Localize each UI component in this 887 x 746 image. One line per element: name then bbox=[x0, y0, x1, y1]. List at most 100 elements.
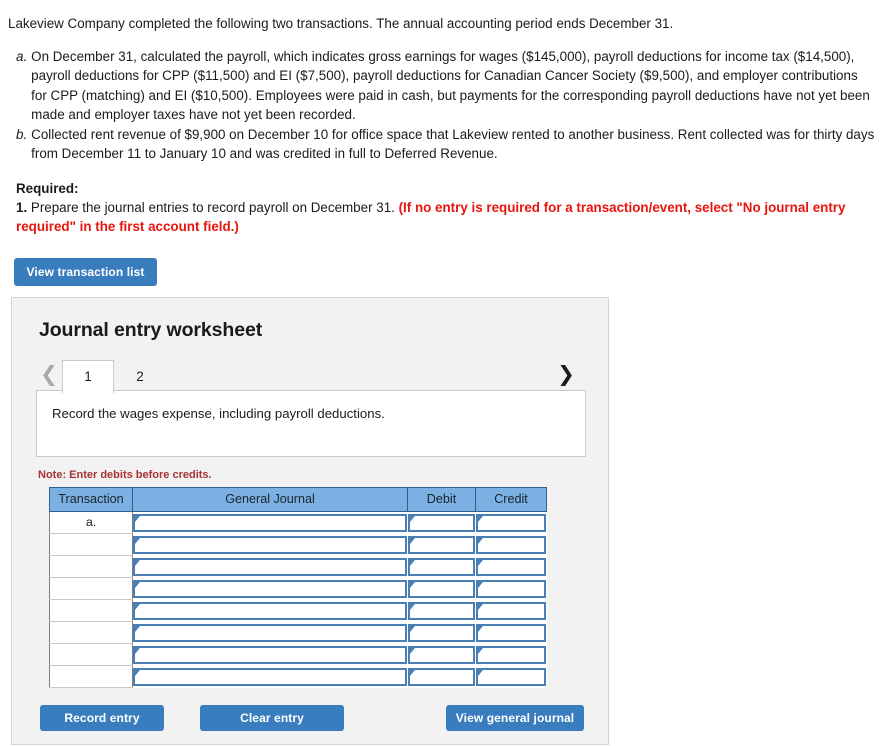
general-journal-input-cell[interactable] bbox=[132, 621, 408, 644]
debit-input-cell[interactable] bbox=[407, 621, 476, 644]
debit-input-cell[interactable] bbox=[407, 643, 476, 666]
worksheet-title: Journal entry worksheet bbox=[39, 318, 263, 341]
general-journal-input[interactable] bbox=[133, 623, 407, 642]
journal-entry-table: Transaction General Journal Debit Credit… bbox=[49, 486, 547, 689]
transaction-label-cell bbox=[49, 621, 133, 645]
required-item-number: 1. bbox=[16, 199, 28, 215]
transaction-label-cell bbox=[49, 533, 133, 557]
required-text: 1. Prepare the journal entries to record… bbox=[16, 198, 863, 236]
credit-input[interactable] bbox=[475, 623, 546, 642]
clear-entry-button[interactable]: Clear entry bbox=[200, 705, 344, 732]
credit-input[interactable] bbox=[475, 535, 546, 554]
credit-input-cell[interactable] bbox=[475, 577, 547, 600]
debit-input[interactable] bbox=[407, 579, 475, 598]
required-heading: Required: bbox=[16, 180, 79, 196]
item-marker-b: b. bbox=[16, 126, 28, 142]
table-row bbox=[49, 577, 547, 601]
general-journal-input[interactable] bbox=[133, 601, 407, 620]
general-journal-input[interactable] bbox=[133, 557, 407, 576]
debits-before-credits-note: Note: Enter debits before credits. bbox=[38, 468, 212, 481]
debit-input-cell[interactable] bbox=[407, 555, 476, 578]
table-row bbox=[49, 643, 547, 667]
credit-input-cell[interactable] bbox=[475, 643, 547, 666]
item-marker-a: a. bbox=[16, 49, 28, 65]
transaction-label-cell bbox=[49, 577, 133, 601]
credit-input-cell[interactable] bbox=[475, 665, 547, 688]
tab-entry-1-label: 1 bbox=[84, 369, 92, 385]
transaction-label-cell: a. bbox=[49, 510, 133, 535]
item-text-a: On December 31, calculated the payroll, … bbox=[31, 49, 870, 122]
transaction-label-cell bbox=[49, 643, 133, 667]
column-header-debit: Debit bbox=[407, 486, 476, 512]
view-general-journal-button[interactable]: View general journal bbox=[446, 705, 584, 732]
column-header-transaction: Transaction bbox=[49, 486, 133, 512]
credit-input-cell[interactable] bbox=[475, 555, 547, 578]
credit-input[interactable] bbox=[475, 601, 546, 620]
chevron-right-icon[interactable]: ❯ bbox=[553, 359, 587, 391]
credit-input[interactable] bbox=[475, 513, 546, 532]
record-entry-button[interactable]: Record entry bbox=[40, 705, 164, 732]
worksheet-tab-bar: ❮ 1 2 ❯ bbox=[36, 359, 587, 393]
credit-input-cell[interactable] bbox=[475, 533, 547, 556]
credit-input[interactable] bbox=[475, 667, 546, 686]
general-journal-input-cell[interactable] bbox=[132, 577, 408, 600]
general-journal-input[interactable] bbox=[133, 513, 407, 532]
general-journal-input[interactable] bbox=[133, 579, 407, 598]
table-row bbox=[49, 555, 547, 579]
general-journal-input-cell[interactable] bbox=[132, 665, 408, 688]
required-item-text: Prepare the journal entries to record pa… bbox=[27, 199, 399, 215]
credit-input-cell[interactable] bbox=[475, 599, 547, 622]
debit-input[interactable] bbox=[407, 557, 475, 576]
general-journal-input-cell[interactable] bbox=[132, 511, 408, 534]
worksheet-footer: Record entry Clear entry View general jo… bbox=[12, 705, 608, 737]
view-transaction-list-button[interactable]: View transaction list bbox=[14, 257, 157, 286]
required-section: Required: 1. Prepare the journal entries… bbox=[8, 179, 875, 236]
credit-input-cell[interactable] bbox=[475, 511, 547, 534]
transaction-label-cell bbox=[49, 599, 133, 623]
chevron-left-icon[interactable]: ❮ bbox=[36, 359, 62, 391]
transaction-item-a: a. On December 31, calculated the payrol… bbox=[8, 47, 875, 123]
transaction-label-cell bbox=[49, 555, 133, 579]
general-journal-input[interactable] bbox=[133, 667, 407, 686]
debit-input[interactable] bbox=[407, 513, 475, 532]
transaction-label-cell bbox=[49, 665, 133, 689]
journal-table-body: a. bbox=[49, 510, 547, 689]
journal-table-header-row: Transaction General Journal Debit Credit bbox=[49, 486, 547, 512]
item-text-b: Collected rent revenue of $9,900 on Dece… bbox=[31, 126, 875, 161]
debit-input-cell[interactable] bbox=[407, 577, 476, 600]
debit-input-cell[interactable] bbox=[407, 665, 476, 688]
problem-intro: Lakeview Company completed the following… bbox=[8, 16, 674, 31]
problem-statement: Lakeview Company completed the following… bbox=[0, 0, 887, 236]
general-journal-input[interactable] bbox=[133, 535, 407, 554]
transaction-item-list: a. On December 31, calculated the payrol… bbox=[8, 47, 875, 162]
journal-table-wrapper: Transaction General Journal Debit Credit… bbox=[49, 486, 608, 689]
table-row bbox=[49, 599, 547, 623]
debit-input[interactable] bbox=[407, 623, 475, 642]
table-row: a. bbox=[49, 510, 547, 535]
tab-entry-2[interactable]: 2 bbox=[114, 360, 166, 392]
table-row bbox=[49, 665, 547, 689]
journal-entry-worksheet-panel: Journal entry worksheet ❮ 1 2 ❯ Record t… bbox=[11, 296, 609, 745]
debit-input-cell[interactable] bbox=[407, 511, 476, 534]
debit-input-cell[interactable] bbox=[407, 533, 476, 556]
tab-entry-1[interactable]: 1 bbox=[62, 359, 114, 393]
general-journal-input-cell[interactable] bbox=[132, 599, 408, 622]
debit-input[interactable] bbox=[407, 645, 475, 664]
general-journal-input-cell[interactable] bbox=[132, 533, 408, 556]
debit-input[interactable] bbox=[407, 667, 475, 686]
table-row bbox=[49, 621, 547, 645]
debit-input-cell[interactable] bbox=[407, 599, 476, 622]
credit-input[interactable] bbox=[475, 579, 546, 598]
general-journal-input-cell[interactable] bbox=[132, 555, 408, 578]
credit-input-cell[interactable] bbox=[475, 621, 547, 644]
table-row bbox=[49, 533, 547, 557]
entry-description-text: Record the wages expense, including payr… bbox=[52, 405, 385, 421]
general-journal-input[interactable] bbox=[133, 645, 407, 664]
column-header-credit: Credit bbox=[475, 486, 547, 512]
credit-input[interactable] bbox=[475, 645, 546, 664]
debit-input[interactable] bbox=[407, 535, 475, 554]
debit-input[interactable] bbox=[407, 601, 475, 620]
column-header-general-journal: General Journal bbox=[132, 486, 408, 512]
general-journal-input-cell[interactable] bbox=[132, 643, 408, 666]
credit-input[interactable] bbox=[475, 557, 546, 576]
